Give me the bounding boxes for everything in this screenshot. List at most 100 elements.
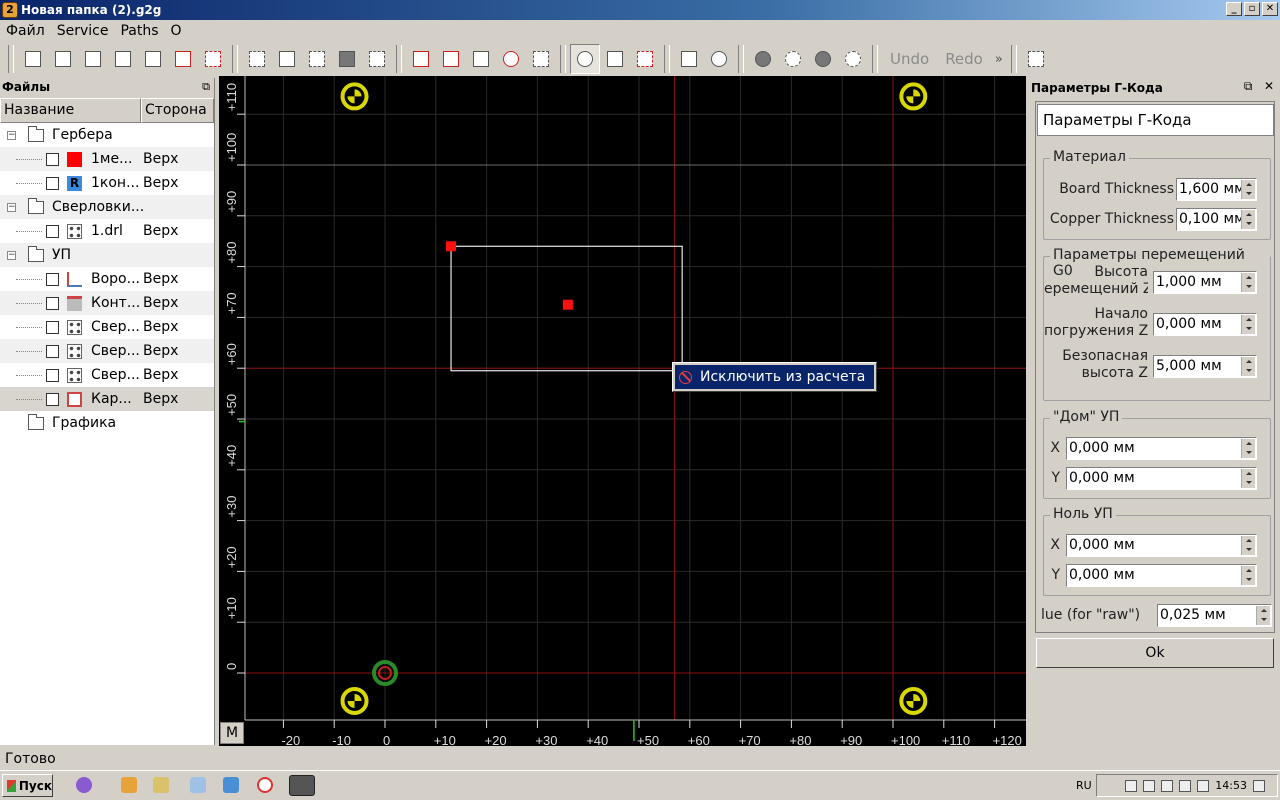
zero-x-input[interactable]: 0,000 мм — [1066, 534, 1257, 557]
spin-arrows[interactable] — [1241, 273, 1255, 292]
ok-button[interactable]: Ok — [1036, 638, 1274, 668]
redo-button[interactable]: Redo — [937, 50, 991, 68]
save-all-button[interactable] — [138, 44, 168, 74]
intersect-button[interactable] — [808, 44, 838, 74]
tree-folder-row[interactable]: Графика — [0, 411, 214, 435]
restore-icon[interactable]: ⧉ — [1244, 79, 1253, 93]
restore-icon[interactable]: ⧉ — [202, 80, 210, 94]
media-player-icon[interactable] — [121, 777, 137, 793]
expand-toggle-icon[interactable] — [7, 419, 16, 428]
spin-arrows[interactable] — [1241, 180, 1255, 199]
zoom-fit-button[interactable] — [242, 44, 272, 74]
raw-value-input[interactable]: 0,025 мм — [1157, 604, 1272, 627]
explorer-icon[interactable] — [153, 777, 169, 793]
spin-arrows[interactable] — [1241, 566, 1255, 585]
spin-arrows[interactable] — [1241, 536, 1255, 555]
show-desktop-icon[interactable] — [1253, 779, 1265, 792]
gcode-view-button[interactable] — [600, 44, 630, 74]
zoom-all-button[interactable] — [272, 44, 302, 74]
close-icon[interactable]: ✕ — [1264, 79, 1274, 93]
new-file-button[interactable] — [18, 44, 48, 74]
visibility-checkbox[interactable] — [46, 224, 59, 238]
tree-file-row[interactable]: Конт... Верх — [0, 291, 214, 315]
autoplace-button[interactable] — [1021, 44, 1051, 74]
tree-folder-row[interactable]: − Гербера — [0, 123, 214, 147]
tree-file-row[interactable]: 1.drl Верх — [0, 219, 214, 243]
spin-arrows[interactable] — [1241, 357, 1255, 376]
open-file-button[interactable] — [48, 44, 78, 74]
toolbar-overflow-button[interactable]: » — [991, 52, 1007, 67]
save-as-button[interactable] — [108, 44, 138, 74]
security-icon[interactable] — [1179, 779, 1192, 792]
visibility-checkbox[interactable] — [46, 296, 59, 310]
save-button[interactable] — [78, 44, 108, 74]
copper-thickness-input[interactable]: 0,100 мм — [1176, 208, 1257, 231]
mode-button[interactable]: M — [220, 722, 244, 744]
pocket-tool-button[interactable] — [406, 44, 436, 74]
rectangle-button[interactable] — [674, 44, 704, 74]
tree-file-row[interactable]: Свер... Верх — [0, 315, 214, 339]
board-thickness-input[interactable]: 1,600 мм — [1176, 178, 1257, 201]
gcode-params-button[interactable] — [570, 44, 600, 74]
home-tool-button[interactable] — [630, 44, 660, 74]
visibility-checkbox[interactable] — [46, 392, 59, 406]
menu-service[interactable]: Service — [51, 23, 115, 39]
thermal-tool-button[interactable] — [496, 44, 526, 74]
contour-tool-button[interactable] — [436, 44, 466, 74]
menu-o[interactable]: O — [165, 23, 188, 39]
zoom-area-button[interactable] — [332, 44, 362, 74]
signal-icon[interactable] — [1197, 779, 1210, 792]
circle-button[interactable] — [704, 44, 734, 74]
tree-file-row[interactable]: Воро... Верх — [0, 267, 214, 291]
tree-file-row[interactable]: 1ме... Верх — [0, 147, 214, 171]
tree-folder-row[interactable]: − Сверловки... — [0, 195, 214, 219]
menu-file[interactable]: Файл — [0, 23, 51, 39]
yandex-browser-icon[interactable] — [257, 777, 273, 793]
volume-icon[interactable] — [1143, 779, 1156, 792]
column-side[interactable]: Сторона — [141, 98, 214, 123]
home-x-input[interactable]: 0,000 мм — [1066, 437, 1257, 460]
keyboard-icon[interactable] — [223, 777, 239, 793]
home-y-input[interactable]: 0,000 мм — [1066, 467, 1257, 490]
spin-arrows[interactable] — [1241, 469, 1255, 488]
visibility-checkbox[interactable] — [46, 272, 59, 286]
tree-folder-row[interactable]: − УП — [0, 243, 214, 267]
close-file-button[interactable] — [168, 44, 198, 74]
visibility-checkbox[interactable] — [46, 344, 59, 358]
pcb-canvas[interactable]: -20 -10 0 +10 +20 +30 +40 +50 +60 +70 +80 +90 +100 +1… — [219, 76, 1026, 746]
tree-file-row[interactable]: Свер... Верх — [0, 339, 214, 363]
voronoi-tool-button[interactable] — [466, 44, 496, 74]
network-icon[interactable] — [1161, 779, 1174, 792]
spin-arrows[interactable] — [1241, 210, 1255, 229]
expand-toggle-icon[interactable]: − — [7, 202, 16, 212]
spin-arrows[interactable] — [1241, 315, 1255, 334]
close-all-button[interactable] — [198, 44, 228, 74]
plunge-z-input[interactable]: 0,000 мм — [1153, 313, 1257, 336]
drill-tool-button[interactable] — [526, 44, 556, 74]
close-button[interactable]: ✕ — [1262, 2, 1278, 16]
zero-y-input[interactable]: 0,000 мм — [1066, 564, 1257, 587]
fit-view-button[interactable] — [362, 44, 392, 74]
tree-file-row[interactable]: Свер... Верх — [0, 363, 214, 387]
xor-button[interactable] — [838, 44, 868, 74]
zoom-selection-button[interactable] — [302, 44, 332, 74]
quicklaunch-orb-icon[interactable] — [76, 777, 92, 793]
union-button[interactable] — [748, 44, 778, 74]
spin-arrows[interactable] — [1256, 606, 1270, 625]
restore-button[interactable]: ▫ — [1244, 2, 1260, 16]
safe-z-input[interactable]: 5,000 мм — [1153, 355, 1257, 378]
calculator-icon[interactable] — [190, 777, 206, 793]
visibility-checkbox[interactable] — [46, 152, 59, 166]
visibility-checkbox[interactable] — [46, 320, 59, 334]
tree-file-row[interactable]: Кар... Верх — [0, 387, 214, 411]
start-button[interactable]: Пуск — [2, 774, 53, 797]
active-app-task-icon[interactable] — [289, 775, 315, 796]
subtract-button[interactable] — [778, 44, 808, 74]
exclude-from-calc-item[interactable]: Исключить из расчета — [675, 365, 874, 389]
visibility-checkbox[interactable] — [46, 368, 59, 382]
tree-file-row[interactable]: R 1кон... Верх — [0, 171, 214, 195]
travel-z-input[interactable]: 1,000 мм — [1153, 271, 1257, 294]
tray-expand-icon[interactable] — [1125, 779, 1138, 792]
undo-button[interactable]: Undo — [882, 50, 937, 68]
visibility-checkbox[interactable] — [46, 176, 59, 190]
